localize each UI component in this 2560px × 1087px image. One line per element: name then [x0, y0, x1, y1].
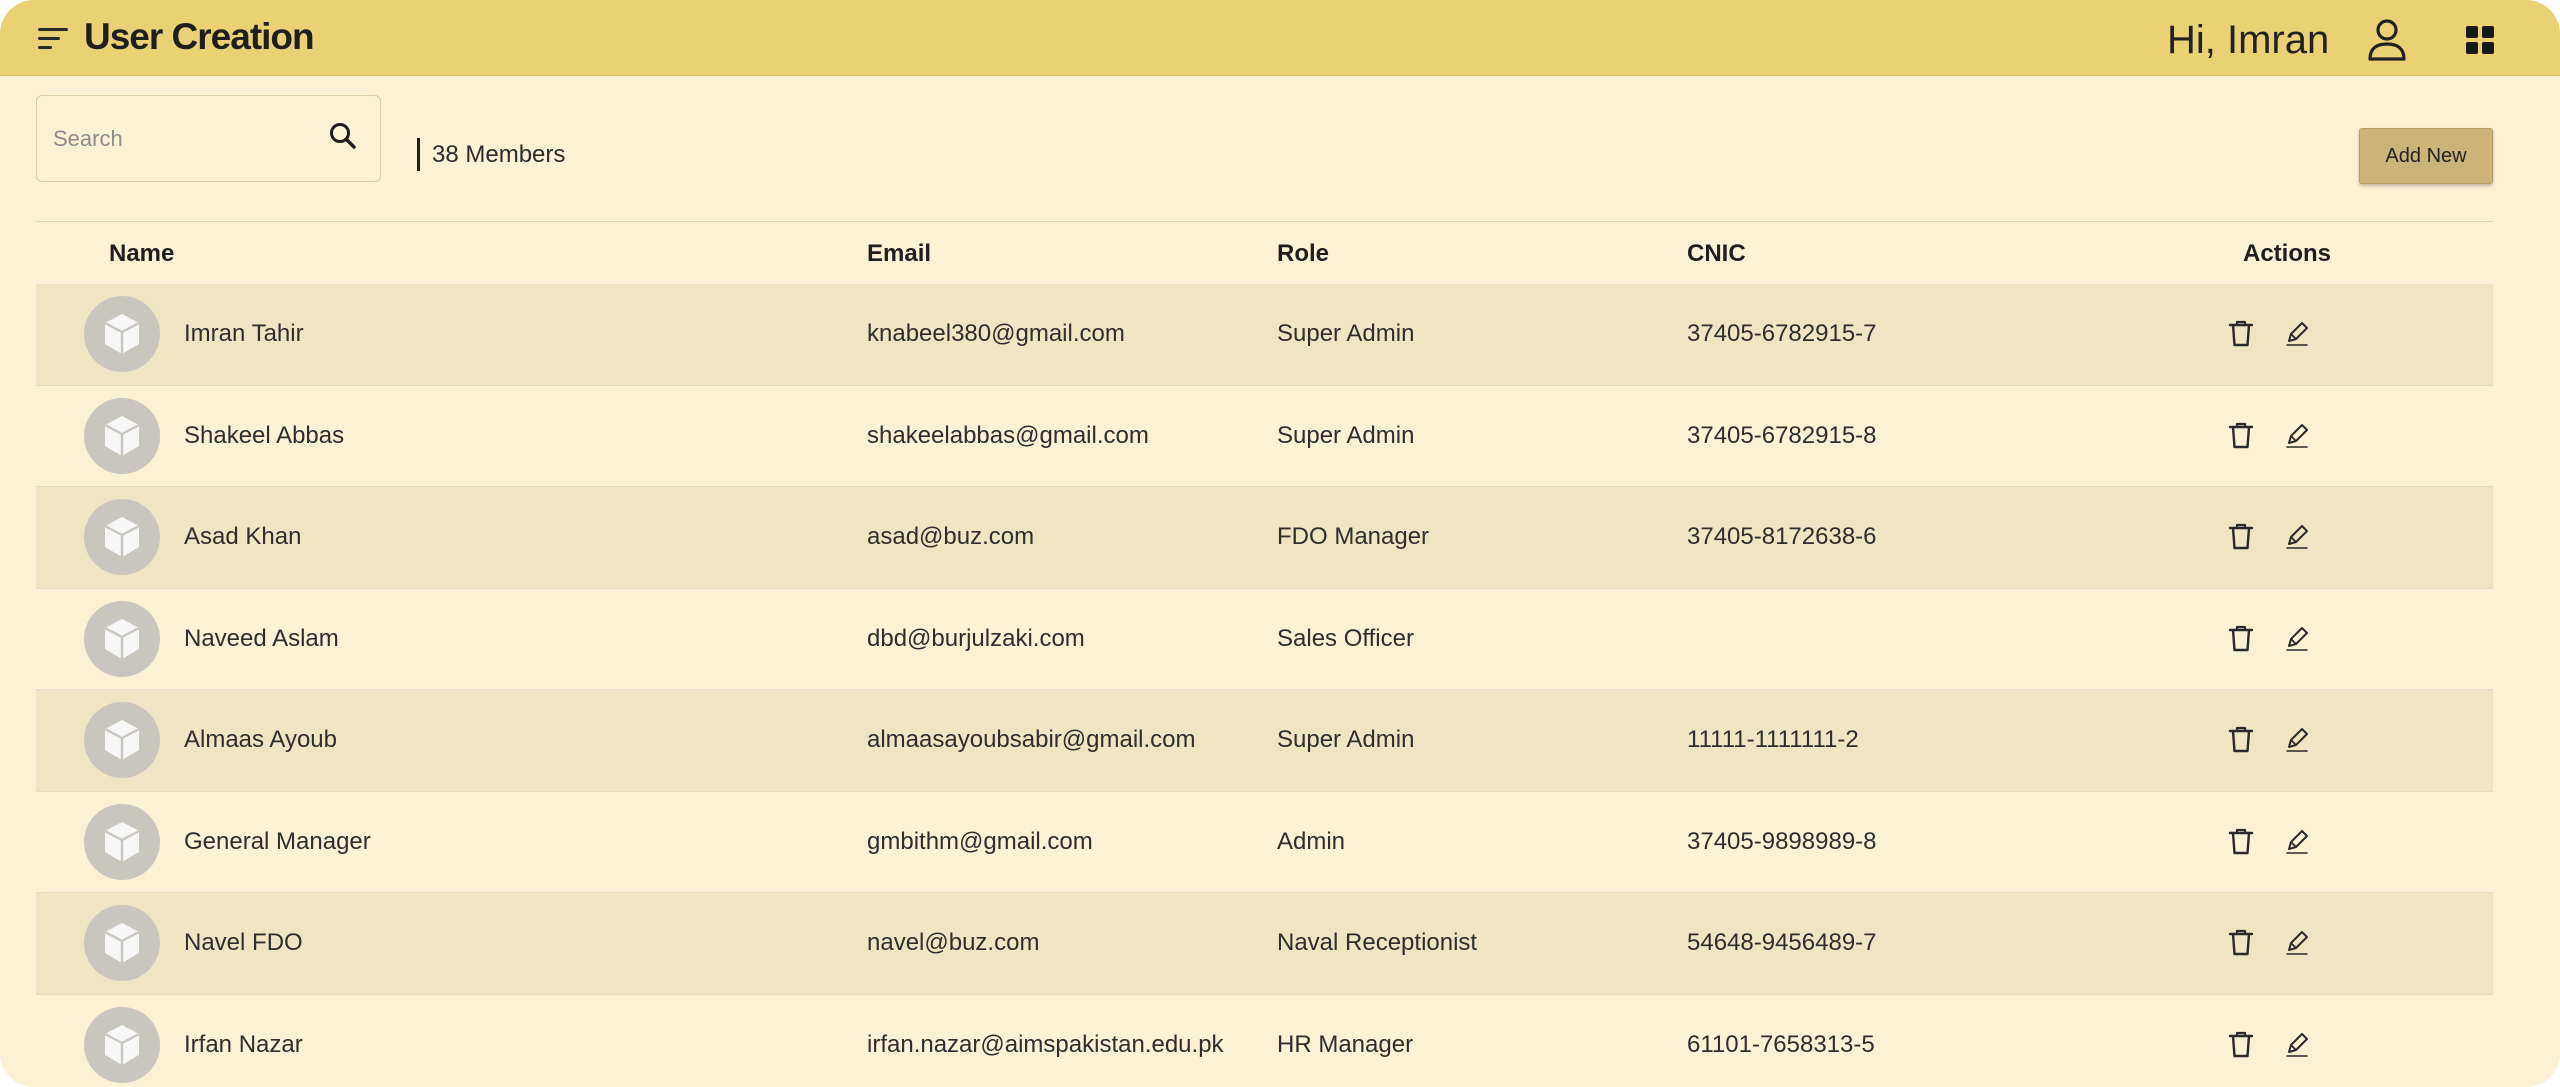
- user-name: Naveed Aslam: [184, 624, 339, 652]
- user-email: shakeelabbas@gmail.com: [867, 421, 1149, 449]
- table-row[interactable]: Irfan Nazar irfan.nazar@aimspakistan.edu…: [36, 994, 2493, 1087]
- table-header-row: Name Email Role CNIC Actions: [36, 222, 2493, 284]
- user-cnic: 37405-8172638-6: [1687, 523, 1877, 550]
- user-greeting: Hi, Imran: [2167, 18, 2330, 62]
- table-row[interactable]: General Manager gmbithm@gmail.com Admin …: [36, 791, 2493, 893]
- members-divider: [417, 138, 420, 171]
- user-cnic: 54648-9456489-7: [1687, 929, 1877, 956]
- table-row[interactable]: Shakeel Abbas shakeelabbas@gmail.com Sup…: [36, 385, 2493, 487]
- user-icon[interactable]: [2367, 18, 2407, 62]
- delete-icon[interactable]: [2227, 1029, 2255, 1059]
- user-name: Shakeel Abbas: [184, 421, 345, 449]
- table-row[interactable]: Almaas Ayoub almaasayoubsabir@gmail.com …: [36, 690, 2493, 792]
- edit-icon[interactable]: [2283, 318, 2311, 348]
- user-cnic: 61101-7658313-5: [1687, 1030, 1875, 1058]
- user-name: Imran Tahir: [184, 320, 304, 347]
- add-new-button[interactable]: Add New: [2359, 128, 2493, 184]
- column-header-name[interactable]: Name: [109, 240, 174, 268]
- column-header-actions: Actions: [2243, 240, 2332, 267]
- users-table-body: Imran Tahir knabeel380@gmail.com Super A…: [36, 284, 2493, 1087]
- user-role: Super Admin: [1277, 320, 1415, 347]
- avatar: [84, 296, 160, 372]
- delete-icon[interactable]: [2227, 927, 2255, 957]
- table-row[interactable]: Asad Khan asad@buz.com FDO Manager 37405…: [36, 487, 2493, 589]
- user-email: knabeel380@gmail.com: [867, 320, 1125, 347]
- table-row[interactable]: Navel FDO navel@buz.com Naval Receptioni…: [36, 893, 2493, 995]
- user-cnic: 11111-1111111-2: [1687, 726, 1859, 753]
- search-icon[interactable]: [327, 120, 359, 152]
- top-header-bar: User Creation Hi, Imran: [0, 0, 2560, 76]
- user-name: General Manager: [184, 827, 371, 855]
- column-header-role[interactable]: Role: [1277, 240, 1329, 268]
- user-role: FDO Manager: [1277, 523, 1430, 550]
- user-role: Admin: [1277, 827, 1346, 855]
- edit-icon[interactable]: [2283, 420, 2311, 450]
- app-frame: User Creation Hi, Imran 38 Members Add N…: [0, 0, 2560, 1087]
- delete-icon[interactable]: [2227, 420, 2255, 450]
- avatar: [84, 905, 160, 981]
- user-email: navel@buz.com: [867, 929, 1040, 956]
- user-cnic: 37405-6782915-7: [1687, 320, 1877, 347]
- members-count: 38 Members: [432, 141, 566, 168]
- column-header-email[interactable]: Email: [867, 240, 931, 268]
- user-role: Super Admin: [1277, 421, 1415, 449]
- user-role: HR Manager: [1277, 1030, 1414, 1058]
- user-name: Irfan Nazar: [184, 1030, 303, 1058]
- avatar: [84, 499, 160, 575]
- delete-icon[interactable]: [2227, 521, 2255, 551]
- edit-icon[interactable]: [2283, 521, 2311, 551]
- user-name: Asad Khan: [184, 523, 302, 550]
- user-email: gmbithm@gmail.com: [867, 827, 1093, 855]
- edit-icon[interactable]: [2283, 724, 2311, 754]
- user-email: irfan.nazar@aimspakistan.edu.pk: [867, 1030, 1224, 1058]
- delete-icon[interactable]: [2227, 318, 2255, 348]
- grid-icon[interactable]: [2466, 26, 2496, 56]
- edit-icon[interactable]: [2283, 826, 2311, 856]
- edit-icon[interactable]: [2283, 1029, 2311, 1059]
- avatar: [84, 600, 160, 677]
- edit-icon[interactable]: [2283, 623, 2311, 653]
- user-name: Navel FDO: [184, 929, 303, 956]
- search-box[interactable]: [36, 95, 381, 182]
- delete-icon[interactable]: [2227, 724, 2255, 754]
- table-row[interactable]: Naveed Aslam dbd@burjulzaki.com Sales Of…: [36, 588, 2493, 690]
- avatar: [84, 397, 160, 474]
- user-email: asad@buz.com: [867, 523, 1035, 550]
- delete-icon[interactable]: [2227, 826, 2255, 856]
- search-input[interactable]: [53, 122, 313, 156]
- delete-icon[interactable]: [2227, 623, 2255, 653]
- user-role: Super Admin: [1277, 726, 1415, 753]
- table-row[interactable]: Imran Tahir knabeel380@gmail.com Super A…: [36, 284, 2493, 386]
- user-email: dbd@burjulzaki.com: [867, 624, 1085, 652]
- column-header-cnic[interactable]: CNIC: [1687, 240, 1746, 268]
- user-role: Naval Receptionist: [1277, 929, 1478, 956]
- page-title: User Creation: [84, 16, 315, 57]
- user-email: almaasayoubsabir@gmail.com: [867, 726, 1196, 753]
- user-name: Almaas Ayoub: [184, 726, 337, 753]
- avatar: [84, 1006, 160, 1083]
- menu-sort-icon[interactable]: [38, 28, 68, 50]
- avatar: [84, 803, 160, 880]
- user-cnic: 37405-9898989-8: [1687, 827, 1877, 855]
- user-role: Sales Officer: [1277, 624, 1414, 652]
- user-cnic: 37405-6782915-8: [1687, 421, 1877, 449]
- edit-icon[interactable]: [2283, 927, 2311, 957]
- avatar: [84, 702, 160, 778]
